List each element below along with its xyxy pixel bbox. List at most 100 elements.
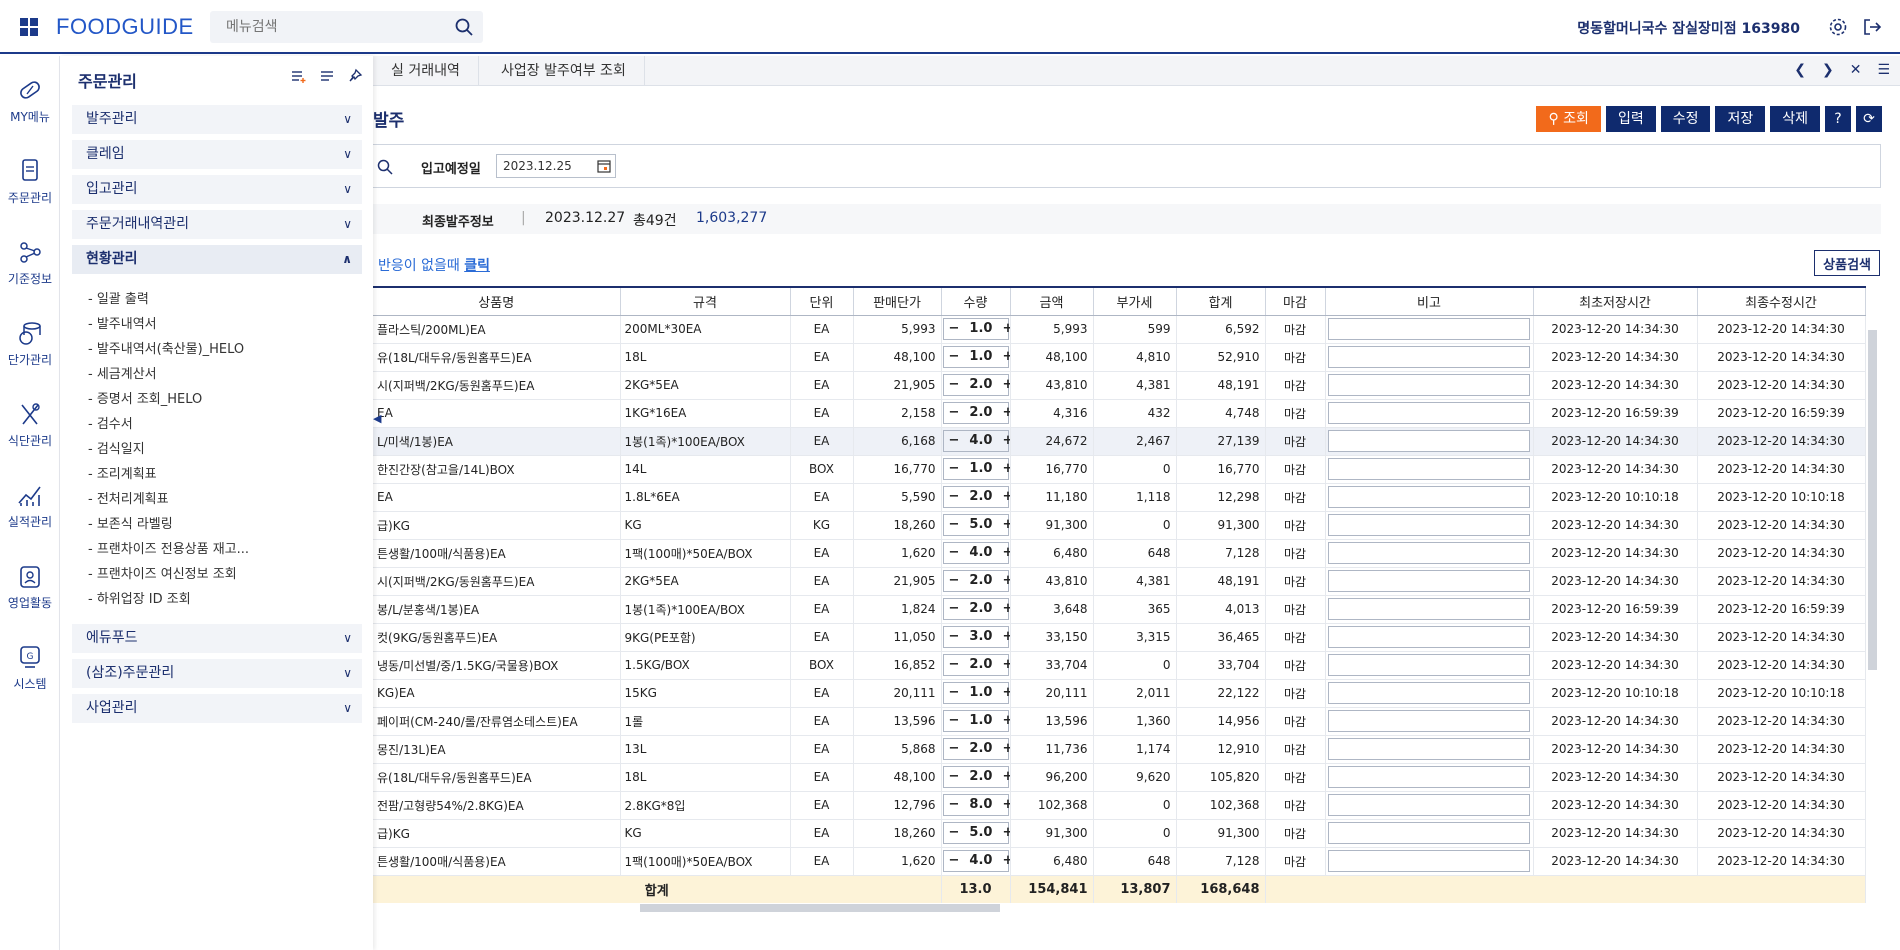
notice-link[interactable]: 클릭 (464, 258, 490, 274)
minus-icon[interactable]: − (949, 601, 960, 616)
note-input[interactable] (1328, 766, 1530, 788)
quantity-stepper[interactable]: −4.0 + (942, 430, 1009, 452)
delete-button[interactable]: 삭제 (1770, 106, 1820, 132)
rail-item-my-menu[interactable]: MY메뉴 (0, 76, 60, 125)
list-icon[interactable] (319, 68, 335, 84)
table-row[interactable]: 튼생활/100매/식품용)EA 1팩(100매)*50EA/BOX EA 1,620−… (373, 847, 1866, 876)
minus-icon[interactable]: − (949, 573, 960, 588)
note-input[interactable] (1328, 710, 1530, 732)
note-input[interactable] (1328, 542, 1530, 564)
minus-icon[interactable]: − (949, 349, 960, 364)
table-row[interactable]: 전팜/고형량54%/2.8KG)EA2.8KG*8입EA12,796−8.0 +1… (373, 791, 1866, 820)
pin-icon[interactable] (347, 68, 363, 84)
note-input[interactable] (1328, 374, 1530, 396)
note-input[interactable] (1328, 682, 1530, 704)
col-header[interactable]: 규격 (620, 286, 791, 316)
scroll-thumb[interactable] (1868, 330, 1877, 670)
plus-icon[interactable]: + (1002, 489, 1009, 504)
note-input[interactable] (1328, 794, 1530, 816)
menu-group-receiving[interactable]: 입고관리 ∨ (72, 175, 362, 204)
col-header[interactable]: 최초저장시간 (1533, 286, 1698, 316)
minus-icon[interactable]: − (949, 657, 960, 672)
search-button[interactable]: ⚲ 조회 (1536, 106, 1601, 132)
quantity-stepper[interactable]: −2.0 + (942, 402, 1009, 424)
search-icon[interactable] (455, 18, 473, 36)
table-row[interactable]: EA1.8L*6EAEA5,590−2.0+11,1801,11812,298마… (373, 483, 1866, 512)
horizontal-scrollbar[interactable] (620, 902, 1860, 914)
note-input[interactable] (1328, 654, 1530, 676)
table-row[interactable]: 급)KGKGEA18,260−5.0+91,300091,300마감2023-1… (373, 819, 1866, 848)
plus-icon[interactable]: + (1002, 601, 1009, 616)
note-input[interactable] (1328, 402, 1530, 424)
plus-icon[interactable]: + (1002, 797, 1009, 812)
table-row[interactable]: 플라스틱/200ML)EA200ML*30EAEA5,993−1.0+5,993… (373, 315, 1866, 344)
quantity-stepper[interactable]: −5.0 + (942, 822, 1009, 844)
quantity-stepper[interactable]: −2.0 + (942, 598, 1009, 620)
minus-icon[interactable]: − (949, 433, 960, 448)
minus-icon[interactable]: − (949, 853, 960, 868)
menu-group-status[interactable]: 현황관리 ∧ (72, 245, 362, 274)
quantity-stepper[interactable]: −1.0 + (942, 682, 1009, 704)
minus-icon[interactable]: − (949, 321, 960, 336)
chevron-right-icon[interactable]: ❯ (1822, 62, 1834, 78)
plus-icon[interactable]: + (1002, 629, 1009, 644)
col-header[interactable]: 마감 (1265, 286, 1326, 316)
quantity-stepper[interactable]: −2.0 + (942, 766, 1009, 788)
table-row[interactable]: 튼생활/100매/식품용)EA 1팩(100매)*50EA/BOX EA 1,620−… (373, 539, 1866, 568)
note-input[interactable] (1328, 822, 1530, 844)
quantity-stepper[interactable]: −5.0 + (942, 514, 1009, 536)
table-row[interactable]: L/미색/1봉)EA1봉(1족)*100EA/BOXEA6,168−4.0 +24… (373, 427, 1866, 456)
plus-icon[interactable]: + (1002, 321, 1009, 336)
table-row[interactable]: 한진간장(참고을/14L)BOX14LBOX16,770−1.0+16,7700… (373, 455, 1866, 484)
note-input[interactable] (1328, 486, 1530, 508)
minus-icon[interactable]: − (949, 741, 960, 756)
calendar-icon[interactable] (597, 159, 611, 173)
table-row[interactable]: KG)EA15KGEA20,111−1.0+20,1112,01122,122마… (373, 679, 1866, 708)
menu-group-order-history[interactable]: 주문거래내역관리 ∨ (72, 210, 362, 239)
chevron-left-icon[interactable]: ❮ (1794, 62, 1806, 78)
quantity-stepper[interactable]: −1.0 + (942, 710, 1009, 732)
plus-icon[interactable]: + (1002, 713, 1009, 728)
apps-grid-icon[interactable] (20, 18, 38, 36)
plus-icon[interactable]: + (1002, 433, 1009, 448)
col-header[interactable]: 비고 (1325, 286, 1534, 316)
logo[interactable]: FOODGUIDE (20, 14, 194, 40)
table-row[interactable]: 급)KGKGKG18,260−5.0+91,300091,300마감2023-1… (373, 511, 1866, 540)
menu-sub-item[interactable]: 보존식 라벨링 (88, 513, 173, 532)
note-input[interactable] (1328, 570, 1530, 592)
minus-icon[interactable]: − (949, 685, 960, 700)
rail-item-price-mgmt[interactable]: 단가관리 (0, 319, 60, 368)
note-input[interactable] (1328, 598, 1530, 620)
menu-search-input[interactable] (210, 11, 440, 43)
product-search-button[interactable]: 상품검색 (1814, 250, 1880, 276)
quantity-stepper[interactable]: −1.0 + (942, 346, 1009, 368)
minus-icon[interactable]: − (949, 461, 960, 476)
filter-date-input[interactable]: 2023.12.25 (496, 154, 616, 178)
rail-item-order-mgmt[interactable]: 주문관리 (0, 157, 60, 206)
plus-icon[interactable]: + (1002, 853, 1009, 868)
plus-icon[interactable]: + (1002, 573, 1009, 588)
tab-transactions[interactable]: 실 거래내역 (373, 56, 479, 86)
menu-sub-item[interactable]: 검수서 (88, 413, 133, 432)
rail-item-menu-plan[interactable]: 식단관리 (0, 400, 60, 449)
help-button[interactable]: ? (1825, 106, 1851, 132)
note-input[interactable] (1328, 346, 1530, 368)
table-row[interactable]: 페이퍼(CM-240/롤/잔류염소테스트)EA1롤EA13,596−1.0+13… (373, 707, 1866, 736)
quantity-stepper[interactable]: −2.0 + (942, 486, 1009, 508)
plus-icon[interactable]: + (1002, 769, 1009, 784)
table-row[interactable]: 유(18L/대두유/동원홈푸드)EA18LEA48,100−2.0 +96,200… (373, 763, 1866, 792)
quantity-stepper[interactable]: −2.0 + (942, 374, 1009, 396)
menu-sub-item[interactable]: 일괄 출력 (88, 288, 149, 307)
filter-search-icon[interactable] (377, 159, 393, 175)
rail-item-base-info[interactable]: 기준정보 (0, 238, 60, 287)
scroll-thumb[interactable] (640, 904, 1000, 912)
menu-sub-item[interactable]: 전처리계획표 (88, 488, 169, 507)
minus-icon[interactable]: − (949, 405, 960, 420)
quantity-stepper[interactable]: −1.0 + (942, 318, 1009, 340)
table-row[interactable]: 봉/L/분홍색/1봉)EA 1봉(1족)*100EA/BOX EA 1,824−2.0… (373, 595, 1866, 624)
refresh-button[interactable]: ⟳ (1856, 106, 1882, 132)
rail-item-system[interactable]: G 시스템 (0, 643, 60, 692)
col-header[interactable]: 단위 (790, 286, 854, 316)
plus-icon[interactable]: + (1002, 825, 1009, 840)
plus-icon[interactable]: + (1002, 657, 1009, 672)
